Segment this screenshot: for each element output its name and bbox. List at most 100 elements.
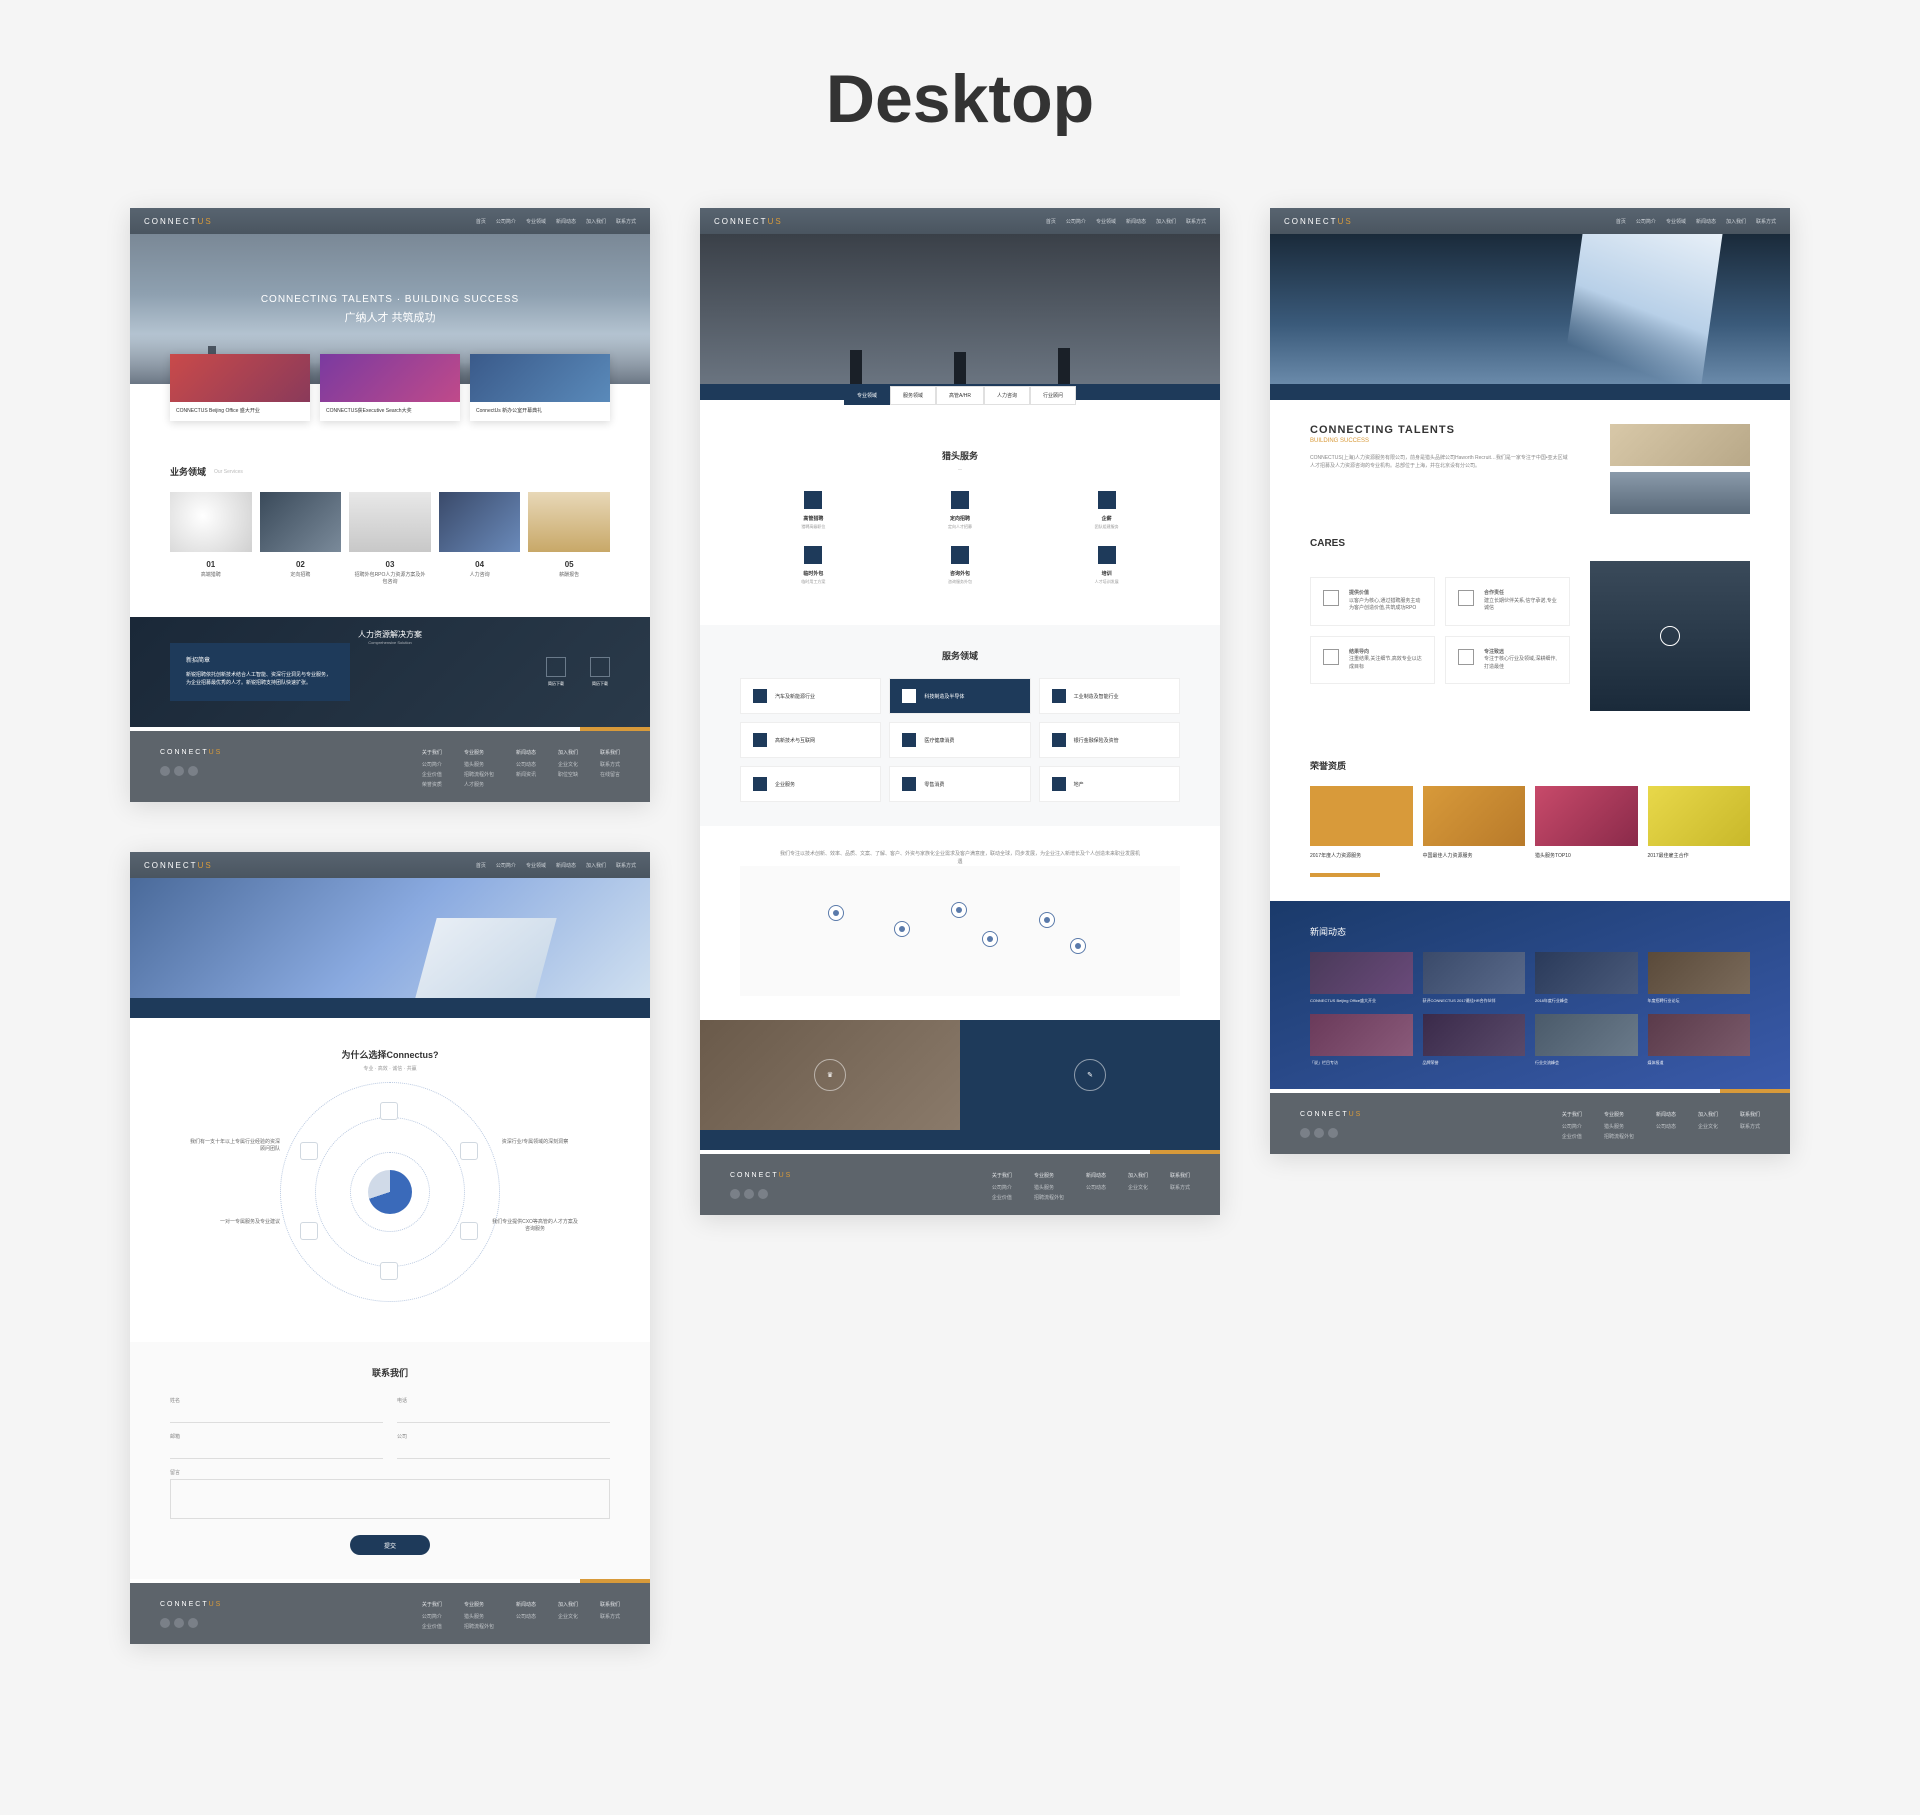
footer: CONNECTUS 关于我们公司简介企业价值 专业服务猎头服务招聘流程外包 新闻… [1270,1093,1790,1154]
nav-item[interactable]: 专业领域 [526,218,546,225]
nav-item[interactable]: 联系方式 [616,218,636,225]
tab[interactable]: 专业领域 [844,386,890,405]
download-icon[interactable] [546,657,566,677]
tab[interactable]: 高管A/HR [936,386,984,405]
video-thumbnail[interactable] [1590,561,1750,711]
hero-image [700,234,1220,384]
award-item[interactable]: 中国最佳人力资源服务 [1423,786,1526,859]
target-icon [951,491,969,509]
orbit-icon [460,1222,478,1240]
why-heading: 为什么选择Connectus? [170,1048,610,1061]
handshake-icon [1458,590,1474,606]
footer: CONNECTUS 关于我们公司简介企业价值 专业服务猎头服务招聘流程外包 新闻… [700,1154,1220,1215]
industry-card[interactable]: 工业制造及智能行业 [1039,678,1180,714]
service-icon-item[interactable]: 咨询外包咨询服务外包 [910,546,1010,585]
award-item[interactable]: 2017最佳雇主合作 [1648,786,1751,859]
nav-item[interactable]: 加入我们 [586,218,606,225]
tab[interactable]: 行业顾问 [1030,386,1076,405]
logo[interactable]: CONNECTUS [144,861,213,870]
logo[interactable]: CONNECTUS [1284,217,1353,226]
news-card[interactable]: 获评CONNECTUS 2017最佳HR合作伙伴 [1423,952,1526,1004]
service-icon-item[interactable]: 企薪团队组建服务 [1057,491,1157,530]
industry-card[interactable]: 地产 [1039,766,1180,802]
cta-enterprise[interactable]: ✎ [960,1020,1220,1130]
header: CONNECTUS 首页公司简介专业领域新闻动态加入我们联系方式 [130,852,650,878]
featured-card[interactable]: ConnectUs 新办公室开幕典礼 [470,354,610,421]
about-heading: CONNECTING TALENTS [1310,424,1570,436]
company-field[interactable]: 公司 [397,1433,610,1459]
nav-item[interactable]: 首页 [476,218,486,225]
clock-icon [804,546,822,564]
industry-card[interactable]: 银行金融保险及资管 [1039,722,1180,758]
industry-card[interactable]: 医疗健康消费 [889,722,1030,758]
target-icon [1323,649,1339,665]
service-item[interactable]: 05薪酬报告 [528,492,610,593]
briefcase-icon [804,491,822,509]
pie-chart-icon [368,1170,412,1214]
orbit-icon [380,1102,398,1120]
news-card[interactable]: 行业交流峰会 [1535,1014,1638,1066]
service-icon-item[interactable]: 定向招聘定向人才招募 [910,491,1010,530]
about-body: CONNECTUS(上海)人力资源服务有限公司，前身是猎头品牌公司Haworth… [1310,454,1570,470]
news-card[interactable]: 「说」栏目专访 [1310,1014,1413,1066]
map-marker [1070,938,1086,954]
news-card[interactable]: CONNECTUS Beijing Office盛大开业 [1310,952,1413,1004]
orbit-icon [300,1222,318,1240]
page-title: Desktop [100,60,1820,138]
featured-card[interactable]: CONNECTUS获Executive Search大奖 [320,354,460,421]
service-item[interactable]: 04人力咨询 [439,492,521,593]
industry-card[interactable]: 企业服务 [740,766,881,802]
award-item[interactable]: 猎头服务TOP10 [1535,786,1638,859]
hero-tagline-en: CONNECTING TALENTS · BUILDING SUCCESS [261,294,519,305]
cta-talent[interactable]: ♛ [700,1020,960,1130]
service-item[interactable]: 03招聘外包RPO人力资源方案及外包咨询 [349,492,431,593]
medal-icon: ♛ [814,1059,846,1091]
team-icon [1098,491,1116,509]
industry-card[interactable]: 科技制造及半导体 [889,678,1030,714]
submit-button[interactable]: 提交 [350,1535,430,1555]
news-card[interactable]: 2018年度行业峰会 [1535,952,1638,1004]
service-item[interactable]: 01高端猎聘 [170,492,252,593]
featured-cards: CONNECTUS Beijing Office 盛大开业 CONNECTUS获… [170,354,610,421]
service-icon-item[interactable]: 高管猎聘猎聘高级职位 [763,491,863,530]
news-card[interactable]: 年度招聘行业论坛 [1648,952,1751,1004]
industry-card[interactable]: 高新技术与互联网 [740,722,881,758]
service-item[interactable]: 02定向招聘 [260,492,342,593]
nav-item[interactable]: 新闻动态 [556,218,576,225]
logo[interactable]: CONNECTUS [144,217,213,226]
social-icon[interactable] [188,766,198,776]
industry-card[interactable]: 零售消费 [889,766,1030,802]
phone-field[interactable]: 电话 [397,1397,610,1423]
industry-card[interactable]: 汽车及新能源行业 [740,678,881,714]
tab[interactable]: 服务领域 [890,386,936,405]
download-icon[interactable] [590,657,610,677]
featured-card[interactable]: CONNECTUS Beijing Office 盛大开业 [170,354,310,421]
orbit-icon [300,1142,318,1160]
logo[interactable]: CONNECTUS [714,217,783,226]
nav-item[interactable]: 公司简介 [496,218,516,225]
email-field[interactable]: 邮箱 [170,1433,383,1459]
award-item[interactable]: 2017年度人力资源服务 [1310,786,1413,859]
cta-banner: ♛ ✎ [700,1020,1220,1130]
social-icon[interactable] [160,766,170,776]
orbit-icon [460,1142,478,1160]
mockup-gallery: CONNECTUS 首页 公司简介 专业领域 新闻动态 加入我们 联系方式 CO… [100,208,1820,1644]
about-image [1610,424,1750,466]
map-marker [951,902,967,918]
cares-heading: CARES [1310,538,1750,549]
service-icon-item[interactable]: 临时外包临时用工方案 [763,546,863,585]
service-icon-item[interactable]: 培训人才培训发展 [1057,546,1157,585]
message-field[interactable]: 留言 [170,1469,610,1519]
value-card: 合作责任建立长期伙伴关系,信守承诺,专业诚信 [1445,577,1570,626]
social-icon[interactable] [174,766,184,776]
mockup-homepage: CONNECTUS 首页 公司简介 专业领域 新闻动态 加入我们 联系方式 CO… [130,208,650,802]
about-image [1610,472,1750,514]
news-card[interactable]: 媒体报道 [1648,1014,1751,1066]
news-section: 新闻动态 CONNECTUS Beijing Office盛大开业 获评CONN… [1270,901,1790,1089]
header: CONNECTUS 首页 公司简介 专业领域 新闻动态 加入我们 联系方式 [130,208,650,234]
news-card[interactable]: 品牌荣誉 [1423,1014,1526,1066]
tab[interactable]: 人力咨询 [984,386,1030,405]
play-icon [1660,626,1680,646]
name-field[interactable]: 姓名 [170,1397,383,1423]
focus-icon [1458,649,1474,665]
